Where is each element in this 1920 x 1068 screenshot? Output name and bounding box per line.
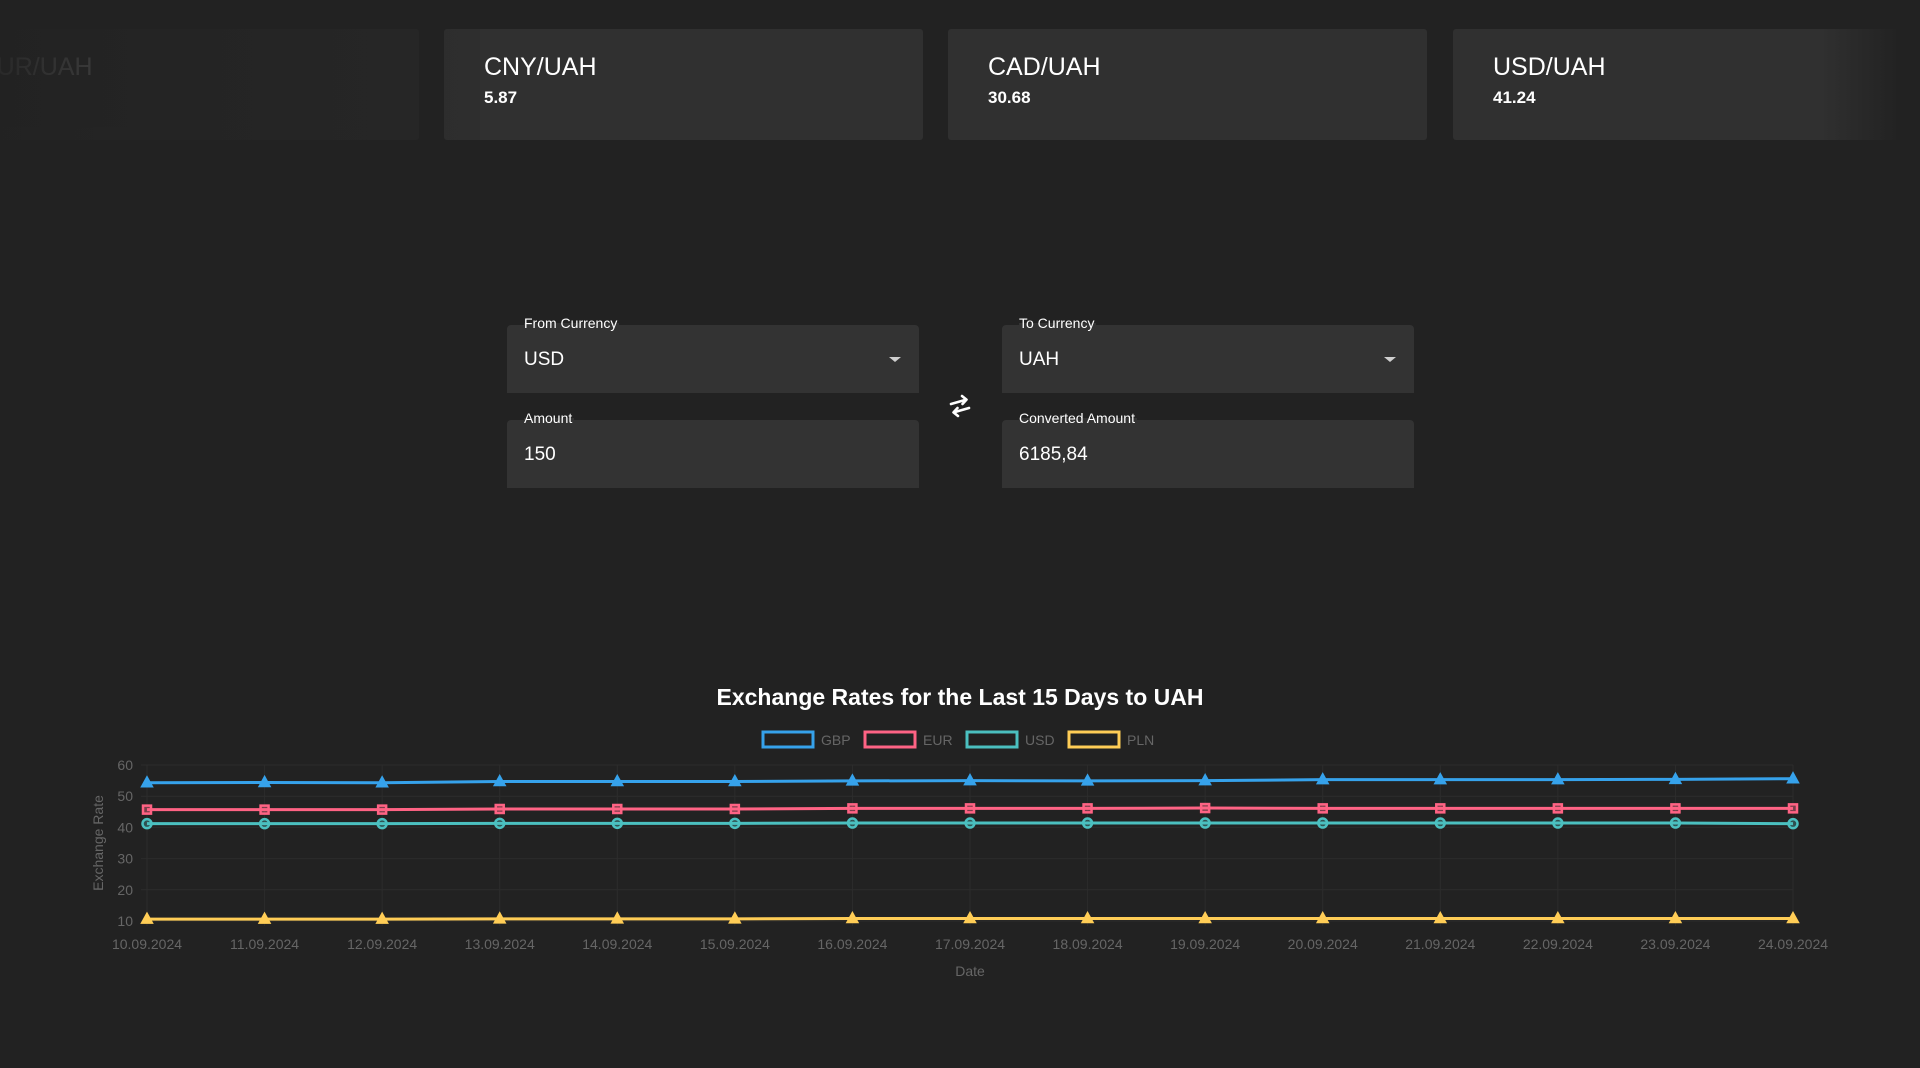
- data-point: [141, 804, 153, 815]
- data-point: [1670, 803, 1681, 814]
- rate-card-pair: CAD/UAH: [988, 53, 1101, 81]
- legend-swatch: [863, 730, 917, 749]
- rate-card-cny: CNY/UAH 5.87: [444, 29, 923, 140]
- rate-card-eur: EUR/UAH: [0, 29, 419, 140]
- y-tick-label: 30: [117, 851, 133, 867]
- converted-amount-value: 6185,84: [1019, 444, 1088, 465]
- data-point: [259, 804, 270, 815]
- from-currency-select[interactable]: From Currency USD: [507, 315, 919, 393]
- rate-card-value: 30.68: [988, 88, 1031, 107]
- legend-swatch: [761, 730, 815, 749]
- to-currency-label: To Currency: [1019, 315, 1097, 331]
- data-point: [1317, 803, 1328, 814]
- data-point: [1787, 803, 1799, 814]
- data-point: [494, 803, 505, 815]
- chart-canvas: GBP EUR USD PLN 10 20 30 40 50 60 10.09.2024 11.09.…: [90, 730, 1828, 979]
- data-point: [1434, 817, 1447, 829]
- data-point: [847, 803, 858, 814]
- data-point: [964, 817, 976, 829]
- data-point: [1081, 817, 1094, 829]
- rate-card-pair: USD/UAH: [1493, 53, 1606, 81]
- data-point: [1787, 817, 1799, 830]
- from-currency-value: USD: [524, 349, 565, 370]
- data-point: [1435, 803, 1446, 814]
- legend-label: EUR: [923, 732, 953, 748]
- x-tick-label: 17.09.2024: [935, 936, 1005, 952]
- amount-label: Amount: [524, 410, 575, 426]
- x-tick-label: 12.09.2024: [347, 936, 417, 952]
- data-point: [1552, 817, 1564, 829]
- x-tick-label: 16.09.2024: [817, 936, 887, 952]
- swap-arrows-icon: [949, 394, 971, 418]
- data-point: [1316, 817, 1329, 829]
- y-tick-label: 60: [117, 757, 133, 773]
- data-point: [1199, 817, 1211, 829]
- data-point: [376, 804, 388, 815]
- x-tick-label: 18.09.2024: [1053, 936, 1123, 952]
- rate-card-usd: USD/UAH 41.24: [1453, 29, 1920, 140]
- y-axis-title: Exchange Rate: [90, 795, 106, 891]
- swap-currencies-button[interactable]: [944, 390, 976, 422]
- x-tick-label: 20.09.2024: [1288, 936, 1358, 952]
- y-tick-label: 40: [117, 819, 133, 835]
- exchange-rate-chart: Exchange Rates for the Last 15 Days to U…: [0, 670, 1920, 1000]
- data-point: [1082, 803, 1093, 814]
- legend-swatch: [1067, 730, 1121, 749]
- x-tick-label: 14.09.2024: [582, 936, 652, 952]
- x-tick-label: 11.09.2024: [230, 936, 299, 952]
- y-tick-label: 20: [117, 882, 133, 898]
- to-currency-value: UAH: [1019, 349, 1060, 370]
- converted-amount-label: Converted Amount: [1019, 410, 1137, 426]
- data-point: [846, 817, 859, 829]
- data-point: [964, 803, 976, 814]
- legend-swatch: [965, 730, 1019, 749]
- x-tick-label: 13.09.2024: [465, 936, 535, 952]
- legend-label: USD: [1025, 732, 1055, 748]
- amount-value[interactable]: 150: [524, 444, 556, 466]
- data-point: [611, 817, 624, 830]
- data-point: [729, 803, 741, 815]
- data-point: [1199, 802, 1211, 814]
- amount-input[interactable]: Amount 150: [507, 410, 919, 488]
- data-point: [1552, 803, 1564, 814]
- rate-card-pair: CNY/UAH: [484, 53, 597, 81]
- rates-ticker: EUR/UAH CNY/UAH 5.87 CAD/UAH 30.68 USD/U…: [0, 29, 1920, 140]
- data-point: [729, 817, 741, 830]
- chevron-down-icon[interactable]: [889, 357, 901, 362]
- y-tick-label: 50: [117, 788, 133, 804]
- y-tick-label: 10: [117, 913, 133, 929]
- from-currency-label: From Currency: [524, 315, 620, 331]
- x-tick-label: 24.09.2024: [1758, 936, 1828, 952]
- data-point: [612, 803, 623, 815]
- data-point: [376, 817, 388, 830]
- data-point: [141, 817, 153, 830]
- x-tick-label: 22.09.2024: [1523, 936, 1593, 952]
- data-point: [1669, 817, 1682, 829]
- x-tick-label: 10.09.2024: [112, 936, 182, 952]
- data-point: [258, 817, 271, 830]
- to-currency-select[interactable]: To Currency UAH: [1002, 315, 1414, 393]
- legend-label: PLN: [1127, 732, 1154, 748]
- legend-label: GBP: [821, 732, 851, 748]
- x-axis-title: Date: [955, 963, 985, 979]
- rate-card-value: 5.87: [484, 88, 518, 107]
- rate-card-pair: EUR/UAH: [0, 53, 93, 81]
- converted-amount-field[interactable]: Converted Amount 6185,84: [1002, 410, 1414, 488]
- chevron-down-icon[interactable]: [1384, 357, 1396, 362]
- data-point: [493, 817, 506, 830]
- x-tick-label: 21.09.2024: [1405, 936, 1475, 952]
- x-tick-label: 19.09.2024: [1170, 936, 1240, 952]
- x-tick-label: 23.09.2024: [1640, 936, 1710, 952]
- rate-card-value: 41.24: [1493, 88, 1536, 107]
- rate-card-cad: CAD/UAH 30.68: [948, 29, 1427, 140]
- x-tick-label: 15.09.2024: [700, 936, 770, 952]
